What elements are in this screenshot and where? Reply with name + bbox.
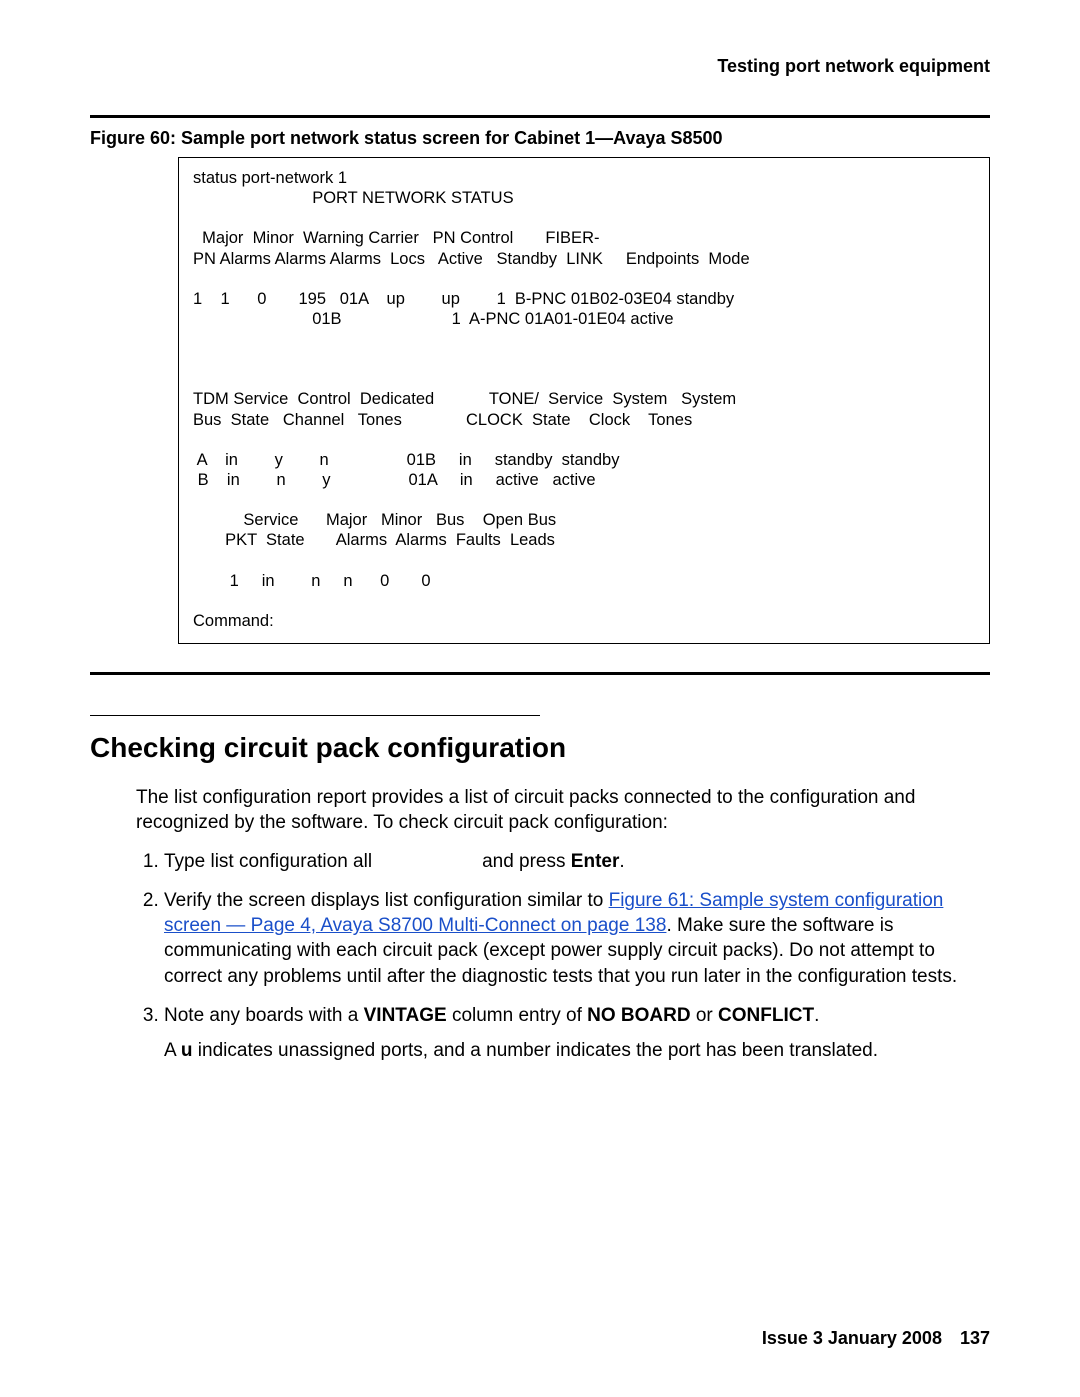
- screen-hdr2a: TDM Service Control Dedicated TONE/ Serv…: [193, 390, 736, 408]
- terminal-screen: status port-network 1 PORT NETWORK STATU…: [178, 157, 990, 644]
- step-3-a: Note any boards with a: [164, 1005, 364, 1026]
- step-1-period: .: [619, 851, 624, 872]
- no-board-label: NO BOARD: [587, 1005, 690, 1026]
- page-footer: Issue 3 January 2008 137: [762, 1328, 990, 1349]
- page: Testing port network equipment Figure 60…: [0, 0, 1080, 1397]
- step-2: Verify the screen displays list configur…: [164, 888, 990, 988]
- step-3-c: or: [691, 1005, 718, 1026]
- section-divider-area: [90, 672, 990, 716]
- screen-title: PORT NETWORK STATUS: [312, 189, 513, 207]
- intro-paragraph: The list configuration report provides a…: [136, 786, 990, 835]
- issue-date: Issue 3 January 2008: [762, 1328, 942, 1348]
- screen-row3: A in y n 01B in standby standby: [193, 451, 619, 469]
- screen-prompt: Command:: [193, 612, 274, 630]
- steps-list: Type list configuration all and press Ent…: [136, 849, 990, 1063]
- step-3: Note any boards with a VINTAGE column en…: [164, 1003, 990, 1063]
- screen-row1: 1 1 0 195 01A up up 1 B-PNC 01B02-03E04 …: [193, 290, 734, 308]
- screen-hdr2b: Bus State Channel Tones CLOCK State Cloc…: [193, 411, 692, 429]
- page-number: 137: [960, 1328, 990, 1348]
- step-1-cmd: Type list configuration all: [164, 851, 372, 872]
- screen-row4: B in n y 01A in active active: [193, 471, 596, 489]
- section-heading: Checking circuit pack configuration: [90, 732, 990, 764]
- step-1: Type list configuration all and press Ent…: [164, 849, 990, 874]
- step-3-note-a: A: [164, 1040, 181, 1061]
- running-header: Testing port network equipment: [90, 56, 990, 77]
- screen-hdr3b: PKT State Alarms Alarms Faults Leads: [193, 531, 555, 549]
- rule-after-figure: [90, 672, 990, 675]
- step-3-b: column entry of: [447, 1005, 587, 1026]
- step-2-a: Verify the screen displays list configur…: [164, 890, 609, 911]
- step-1-text: and press: [482, 851, 571, 872]
- figure-caption: Figure 60: Sample port network status sc…: [90, 128, 990, 149]
- step-3-note-b: indicates unassigned ports, and a number…: [193, 1040, 879, 1061]
- vintage-label: VINTAGE: [364, 1005, 447, 1026]
- screen-hdr1a: Major Minor Warning Carrier PN Control F…: [193, 229, 599, 247]
- rule-subsection: [90, 715, 540, 716]
- screen-cmd: status port-network 1: [193, 169, 347, 187]
- screen-hdr3a: Service Major Minor Bus Open Bus: [193, 511, 556, 529]
- screen-row5: 1 in n n 0 0: [193, 572, 431, 590]
- enter-key: Enter: [571, 851, 620, 872]
- screen-row2: 01B 1 A-PNC 01A01-01E04 active: [193, 310, 674, 328]
- u-indicator: u: [181, 1040, 193, 1061]
- conflict-label: CONFLICT: [718, 1005, 814, 1026]
- step-3-d: .: [814, 1005, 819, 1026]
- screen-hdr1b: PN Alarms Alarms Alarms Locs Active Stan…: [193, 250, 750, 268]
- rule-top: [90, 115, 990, 118]
